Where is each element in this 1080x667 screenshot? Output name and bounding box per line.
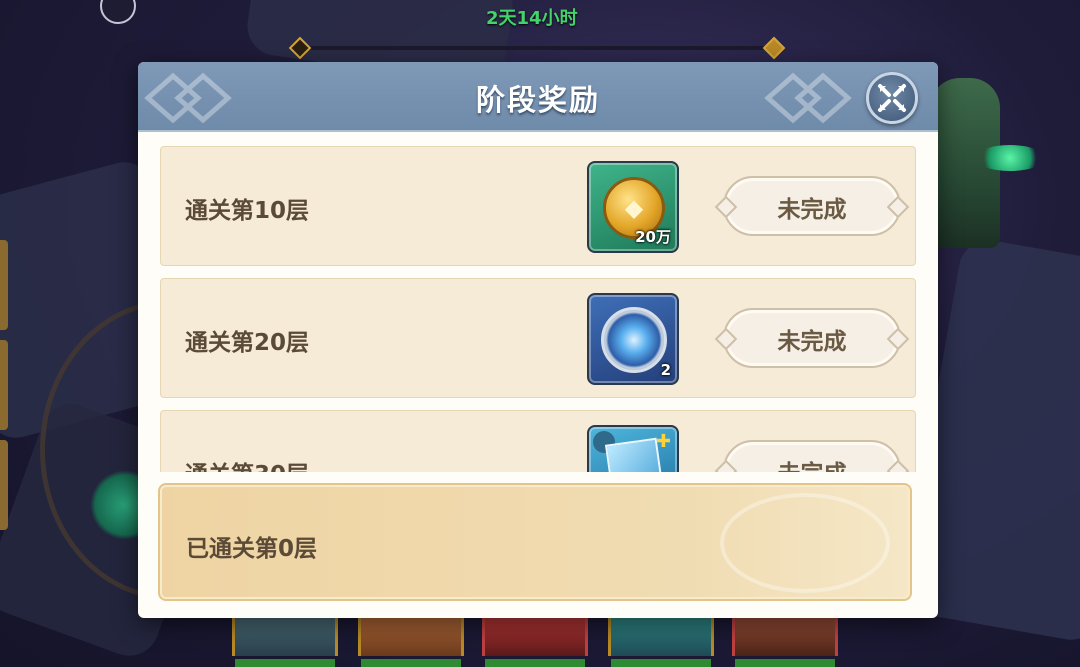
hero-hp-bar xyxy=(735,659,835,667)
reward-quantity: 2 xyxy=(660,361,671,379)
hero-hp-bar xyxy=(361,659,461,667)
hero-portrait[interactable] xyxy=(232,612,338,667)
close-cross-icon xyxy=(878,84,906,112)
hero-portrait[interactable] xyxy=(482,612,588,667)
info-icon[interactable] xyxy=(100,0,136,24)
reward-row: 通关第20层 2 未完成 xyxy=(160,278,916,398)
dialog-header: 阶段奖励 xyxy=(138,62,938,132)
reward-list[interactable]: 通关第10层 20万 未完成 通关第20层 2 未完成 通关第30层 xyxy=(160,146,916,472)
reward-condition-label: 通关第10层 xyxy=(185,198,310,224)
reward-item-slot[interactable]: 2 xyxy=(587,293,679,385)
reward-item-slot[interactable]: ✚ xyxy=(587,425,679,472)
hero-portrait[interactable] xyxy=(608,612,714,667)
stage-reward-dialog: 阶段奖励 通关第10层 20万 未完成 通关第20层 2 xyxy=(138,62,938,618)
reward-quantity: 20万 xyxy=(635,228,671,246)
reward-row: 通关第10层 20万 未完成 xyxy=(160,146,916,266)
claim-status-label: 未完成 xyxy=(777,197,847,223)
claim-status-label: 未完成 xyxy=(723,454,901,472)
event-timer: 2天14小时 xyxy=(486,8,578,29)
reward-item-slot[interactable]: 20万 xyxy=(587,161,679,253)
hero-portrait[interactable] xyxy=(358,612,464,667)
plus-icon: ✚ xyxy=(655,431,671,452)
stage-progress-track xyxy=(300,46,775,50)
dialog-title: 阶段奖励 xyxy=(475,83,600,117)
side-tab[interactable] xyxy=(0,240,8,330)
decorative-emblem-icon xyxy=(720,493,890,593)
hero-portrait[interactable] xyxy=(732,612,838,667)
hero-hp-bar xyxy=(485,659,585,667)
hero-lineup xyxy=(232,612,852,667)
hero-hp-bar xyxy=(235,659,335,667)
background-magic-wand xyxy=(975,145,1045,171)
claim-status-button[interactable]: 未完成 xyxy=(723,440,901,472)
reward-row: 通关第30层 ✚ 未完成 xyxy=(160,410,916,472)
side-tab[interactable] xyxy=(0,340,8,430)
reward-condition-label: 通关第30层 xyxy=(185,455,309,472)
close-button[interactable] xyxy=(866,72,918,124)
progress-node-icon xyxy=(762,36,786,60)
claim-status-button[interactable]: 未完成 xyxy=(723,308,901,368)
hero-hp-bar xyxy=(611,659,711,667)
claim-status-button[interactable]: 未完成 xyxy=(723,176,901,236)
side-tab[interactable] xyxy=(0,440,8,530)
reward-condition-label: 通关第20层 xyxy=(185,330,310,356)
claim-status-label: 未完成 xyxy=(777,329,847,355)
cleared-floor-text: 已通关第0层 xyxy=(186,536,318,562)
compass-orb-icon xyxy=(601,307,667,373)
progress-summary-panel: 已通关第0层 xyxy=(158,483,912,601)
